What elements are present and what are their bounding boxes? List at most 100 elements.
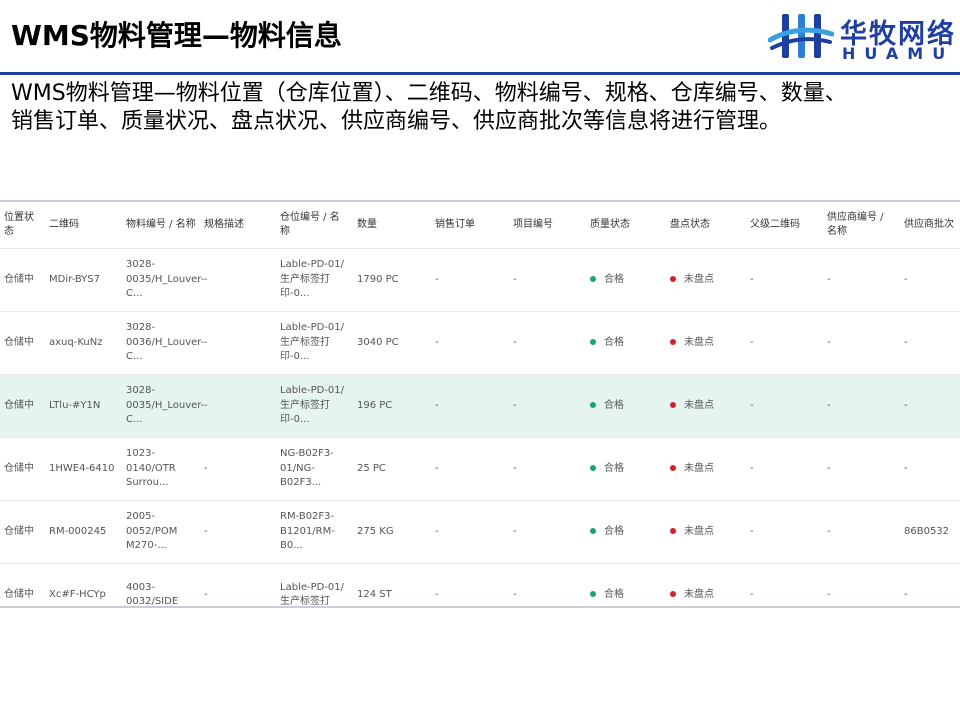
- table-cell: Lable-PD-01/生产标签打印-0...: [276, 374, 353, 438]
- table-cell: -: [431, 374, 509, 438]
- column-header[interactable]: 位置状态: [0, 202, 45, 249]
- inventory-status-label: 未盘点: [684, 399, 714, 411]
- table-cell: -: [746, 311, 823, 375]
- table-cell: -: [823, 374, 900, 438]
- quality-status-label: 合格: [604, 399, 624, 411]
- table-row[interactable]: 仓储中 RM-000245 2005-0052/POM M270-... - RM-B0…: [0, 500, 960, 564]
- table-cell: -: [900, 563, 960, 606]
- table-cell: -: [900, 374, 960, 438]
- table-cell: axuq-KuNz: [45, 311, 122, 375]
- table-cell: RM-B02F3-B1201/RM-B0...: [276, 500, 353, 564]
- table-cell: -: [509, 437, 586, 501]
- table-cell: 未盘点: [666, 248, 746, 312]
- table-cell: -: [200, 374, 276, 438]
- table-cell: -: [746, 563, 823, 606]
- table-cell: 未盘点: [666, 374, 746, 438]
- table-cell: 仓储中: [0, 437, 45, 501]
- column-header[interactable]: 二维码: [45, 202, 122, 249]
- material-table: 位置状态 二维码 物料编号 / 名称 规格描述 仓位编号 / 名称 数量 销售订单 项目编号质…: [0, 202, 960, 606]
- table-row[interactable]: 仓储中 1HWE4-6410 1023-0140/OTR Surrou... - NG-…: [0, 437, 960, 501]
- table-cell: -: [823, 563, 900, 606]
- table-row[interactable]: 仓储中 axuq-KuNz 3028-0036/H_Louver-C... - Labl…: [0, 311, 960, 375]
- table-row[interactable]: 仓储中 Xc#F-HCYp 4003-0032/SIDE - Lable-PD-01/生…: [0, 563, 960, 606]
- table-cell: -: [431, 437, 509, 501]
- status-dot-icon: [670, 590, 676, 597]
- table-cell: 124 ST: [353, 563, 431, 606]
- table-cell: 未盘点: [666, 437, 746, 501]
- status-dot-icon: [590, 527, 596, 534]
- huamu-logo-mark-icon: [768, 14, 834, 58]
- table-cell: -: [509, 500, 586, 564]
- table-cell: 未盘点: [666, 311, 746, 375]
- column-header[interactable]: 供应商批次: [900, 202, 960, 249]
- column-header[interactable]: 销售订单: [431, 202, 509, 249]
- column-header[interactable]: 项目编号: [509, 202, 586, 249]
- quality-status-label: 合格: [604, 525, 624, 537]
- column-header[interactable]: 供应商编号 / 名称: [823, 202, 900, 249]
- table-cell: -: [431, 563, 509, 606]
- table-row[interactable]: 仓储中 LTlu-#Y1N 3028-0035/H_Louver-C... - Labl…: [0, 374, 960, 438]
- column-header[interactable]: 盘点状态: [666, 202, 746, 249]
- column-header[interactable]: 父级二维码: [746, 202, 823, 249]
- table-cell: 合格: [586, 500, 666, 564]
- table-cell: -: [746, 374, 823, 438]
- table-cell: 3028-0036/H_Louver-C...: [122, 311, 204, 375]
- table-cell: -: [431, 248, 509, 312]
- table-cell: -: [200, 311, 276, 375]
- table-cell: NG-B02F3-01/NG-B02F3...: [276, 437, 353, 501]
- table-cell: 仓储中: [0, 374, 45, 438]
- table-cell: -: [746, 248, 823, 312]
- table-cell: RM-000245: [45, 500, 122, 564]
- column-header[interactable]: 规格描述: [200, 202, 276, 249]
- table-cell: 2005-0052/POM M270-...: [122, 500, 200, 564]
- material-table-screenshot: 位置状态 二维码 物料编号 / 名称 规格描述 仓位编号 / 名称 数量 销售订单 项目编号质…: [0, 200, 960, 608]
- table-cell: 仓储中: [0, 500, 45, 564]
- table-cell: Xc#F-HCYp: [45, 563, 122, 606]
- table-cell: -: [823, 248, 900, 312]
- table-cell: Lable-PD-01/生产标签打印-0...: [276, 248, 353, 312]
- table-cell: -: [823, 500, 900, 564]
- table-cell: Lable-PD-01/生产标签打: [276, 563, 353, 606]
- table-cell: -: [509, 563, 586, 606]
- table-cell: 仓储中: [0, 563, 45, 606]
- table-cell: -: [900, 311, 960, 375]
- status-dot-icon: [670, 527, 676, 534]
- column-header[interactable]: 质量状态: [586, 202, 666, 249]
- table-cell: -: [900, 437, 960, 501]
- inventory-status-label: 未盘点: [684, 336, 714, 348]
- quality-status-label: 合格: [604, 273, 624, 285]
- status-dot-icon: [670, 464, 676, 471]
- table-cell: -: [509, 311, 586, 375]
- slide-description: WMS物料管理—物料位置（仓库位置）、二维码、物料编号、规格、仓库编号、数量、销…: [11, 81, 847, 134]
- table-cell: 合格: [586, 248, 666, 312]
- status-dot-icon: [590, 401, 596, 408]
- table-cell: 1HWE4-6410: [45, 437, 122, 501]
- table-cell: 3028-0035/H_Louver-C...: [122, 374, 204, 438]
- table-row[interactable]: 仓储中 MDir-BYS7 3028-0035/H_Louver-C... - Labl…: [0, 248, 960, 312]
- table-cell: -: [431, 311, 509, 375]
- table-cell: -: [200, 563, 276, 606]
- status-dot-icon: [670, 401, 676, 408]
- status-dot-icon: [590, 338, 596, 345]
- column-header[interactable]: 物料编号 / 名称: [122, 202, 200, 249]
- table-cell: 仓储中: [0, 311, 45, 375]
- table-cell: -: [200, 248, 276, 312]
- column-header[interactable]: 仓位编号 / 名称: [276, 202, 353, 249]
- table-cell: 合格: [586, 311, 666, 375]
- status-dot-icon: [670, 338, 676, 345]
- table-body: 仓储中 MDir-BYS7 3028-0035/H_Louver-C... - Labl…: [0, 248, 960, 606]
- column-header[interactable]: 数量: [353, 202, 431, 249]
- status-dot-icon: [670, 275, 676, 282]
- table-cell: -: [509, 374, 586, 438]
- logo-english-name: HUAMU: [842, 44, 955, 63]
- table-cell: 25 PC: [353, 437, 431, 501]
- header-divider: [0, 72, 960, 75]
- table-cell: -: [823, 437, 900, 501]
- table-cell: 合格: [586, 437, 666, 501]
- table-cell: 未盘点: [666, 500, 746, 564]
- slide-title: WMS物料管理—物料信息: [11, 19, 342, 52]
- inventory-status-label: 未盘点: [684, 525, 714, 537]
- inventory-status-label: 未盘点: [684, 273, 714, 285]
- table-cell: MDir-BYS7: [45, 248, 122, 312]
- table-cell: 4003-0032/SIDE: [122, 563, 200, 606]
